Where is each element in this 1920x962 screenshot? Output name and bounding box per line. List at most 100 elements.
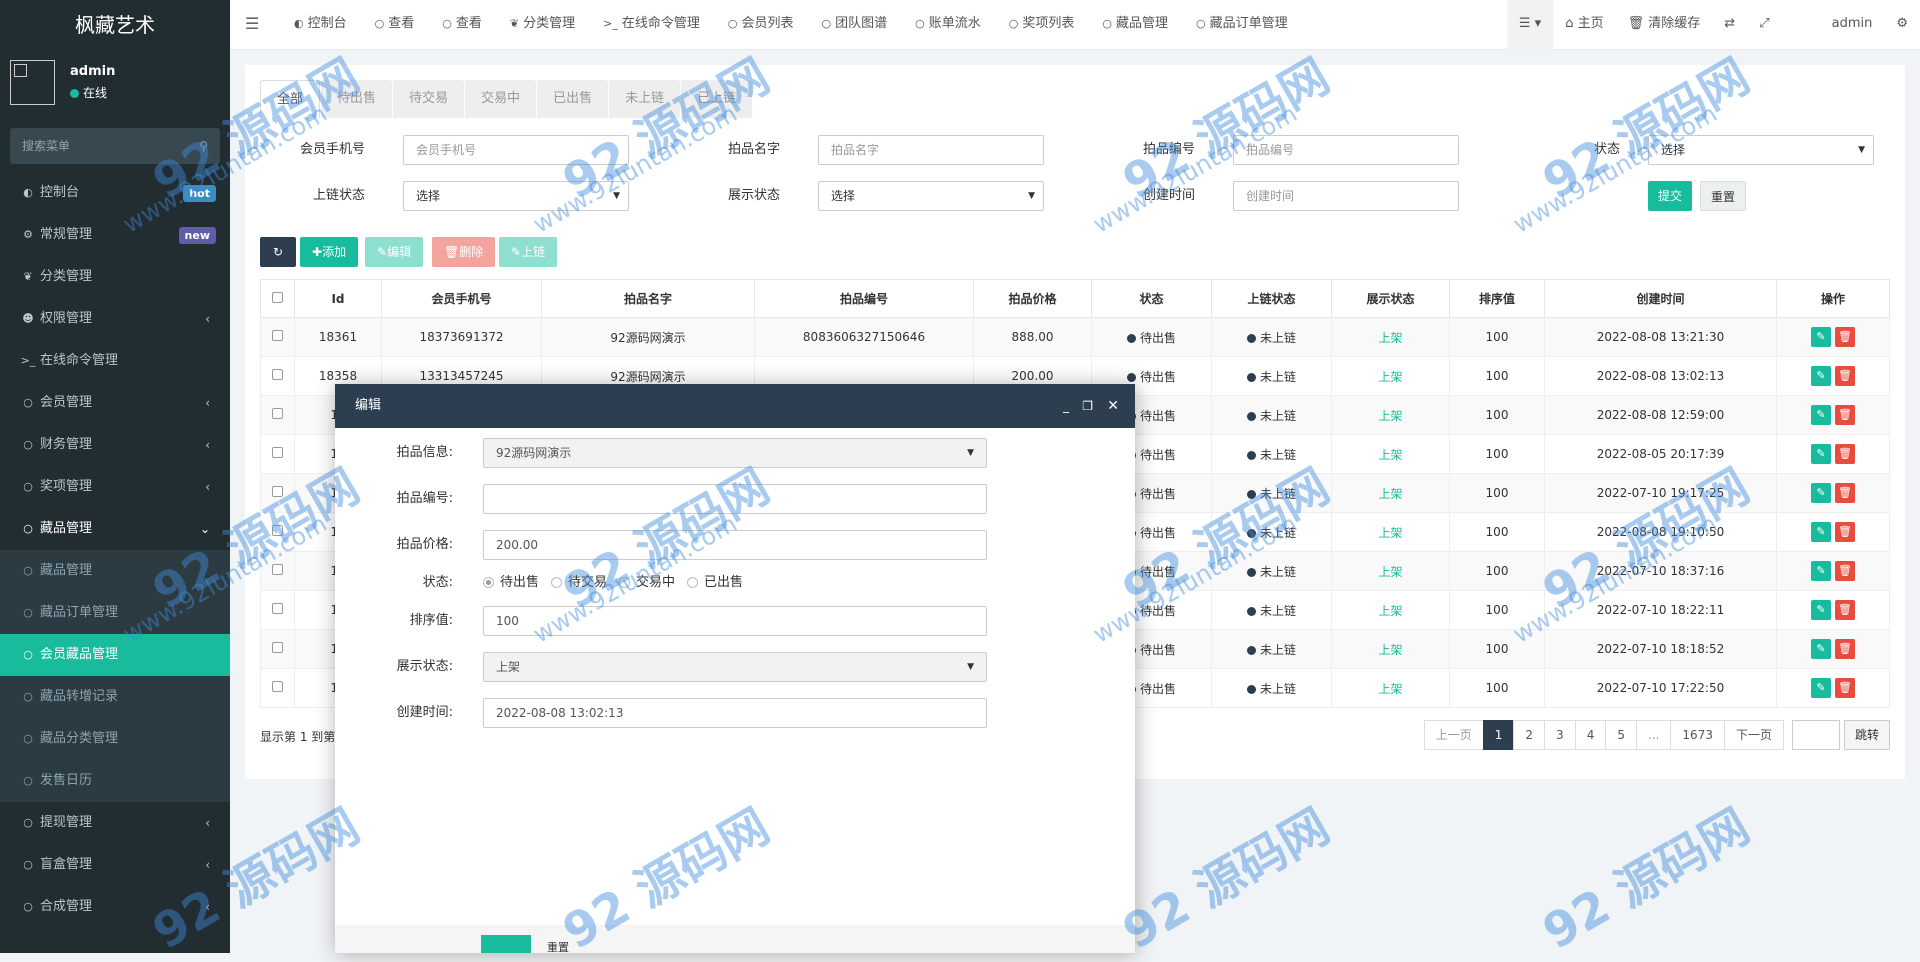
cell-display[interactable]: 上架 bbox=[1331, 356, 1450, 396]
row-delete-button[interactable]: 🗑 bbox=[1835, 522, 1855, 542]
status-radio[interactable]: 待出售 bbox=[483, 568, 539, 598]
tab-not-chained[interactable]: 未上链 bbox=[609, 80, 681, 118]
cell-display[interactable]: 上架 bbox=[1331, 590, 1450, 630]
sidebar-subitem-collection[interactable]: ○ 藏品管理 bbox=[0, 550, 230, 592]
row-edit-button[interactable]: ✎ bbox=[1811, 678, 1831, 698]
status-select[interactable]: 选择 ▼ bbox=[1648, 135, 1874, 165]
row-edit-button[interactable]: ✎ bbox=[1811, 483, 1831, 503]
sidebar-subitem-category[interactable]: ○ 藏品分类管理 bbox=[0, 718, 230, 760]
minimize-icon[interactable]: _ bbox=[1063, 384, 1069, 428]
page-button[interactable]: 1673 bbox=[1670, 720, 1725, 750]
home-button[interactable]: ⌂ 主页 bbox=[1553, 0, 1615, 50]
close-icon[interactable]: ✕ bbox=[1107, 384, 1119, 428]
th-phone[interactable]: 会员手机号 bbox=[381, 279, 542, 318]
row-delete-button[interactable]: 🗑 bbox=[1835, 561, 1855, 581]
tab-command[interactable]: >_ 在线命令管理 bbox=[589, 0, 714, 50]
tab-for-sale[interactable]: 待出售 bbox=[321, 80, 393, 118]
page-button[interactable]: 4 bbox=[1574, 720, 1607, 750]
confirm-button[interactable] bbox=[481, 935, 531, 953]
tab-sold[interactable]: 已出售 bbox=[537, 80, 609, 118]
tab-dashboard[interactable]: ◐ 控制台 bbox=[280, 0, 361, 50]
row-delete-button[interactable]: 🗑 bbox=[1835, 327, 1855, 347]
edit-button[interactable]: ✎编辑 bbox=[365, 237, 424, 267]
cell-display[interactable]: 上架 bbox=[1331, 317, 1450, 357]
page-jump-button[interactable]: 跳转 bbox=[1843, 720, 1890, 750]
sidebar-subitem-calendar[interactable]: ○ 发售日历 bbox=[0, 760, 230, 802]
next-page-button[interactable]: 下一页 bbox=[1723, 720, 1784, 750]
sidebar-item-category[interactable]: ❦ 分类管理 bbox=[0, 256, 230, 298]
sidebar-item-award[interactable]: ○ 奖项管理 ‹ bbox=[0, 466, 230, 508]
sidebar-subitem-orders[interactable]: ○ 藏品订单管理 bbox=[0, 592, 230, 634]
time-input[interactable]: 2022-08-08 13:02:13 bbox=[483, 698, 987, 728]
cell-display[interactable]: 上架 bbox=[1331, 512, 1450, 552]
tab-trading[interactable]: 交易中 bbox=[465, 80, 537, 118]
tab-team[interactable]: ○ 团队图谱 bbox=[807, 0, 901, 50]
row-edit-button[interactable]: ✎ bbox=[1811, 366, 1831, 386]
sidebar-search-input[interactable]: 搜索菜单 ⚲ bbox=[10, 128, 220, 164]
delete-button[interactable]: 🗑删除 bbox=[432, 237, 496, 267]
row-delete-button[interactable]: 🗑 bbox=[1835, 639, 1855, 659]
display-link[interactable]: 上架 bbox=[1378, 409, 1402, 423]
sidebar-item-command[interactable]: >_ 在线命令管理 bbox=[0, 340, 230, 382]
page-button[interactable]: 1 bbox=[1482, 720, 1515, 750]
display-link[interactable]: 上架 bbox=[1378, 682, 1402, 696]
row-checkbox[interactable] bbox=[260, 395, 295, 435]
prev-page-button[interactable]: 上一页 bbox=[1423, 720, 1484, 750]
chain-select[interactable]: 选择 ▼ bbox=[403, 181, 629, 211]
tab-all[interactable]: 全部 bbox=[260, 80, 321, 118]
clear-cache-button[interactable]: 🗑 清除缓存 bbox=[1616, 0, 1713, 50]
cell-display[interactable]: 上架 bbox=[1331, 434, 1450, 474]
page-button[interactable]: 3 bbox=[1544, 720, 1576, 750]
th-code[interactable]: 拍品编号 bbox=[754, 279, 974, 318]
th-chain[interactable]: 上链状态 bbox=[1211, 279, 1332, 318]
row-delete-button[interactable]: 🗑 bbox=[1835, 405, 1855, 425]
tab-list-dropdown[interactable]: ☰ ▾ bbox=[1506, 0, 1554, 50]
row-checkbox[interactable] bbox=[260, 317, 295, 357]
chain-button[interactable]: ✎上链 bbox=[499, 237, 558, 267]
cell-display[interactable]: 上架 bbox=[1331, 551, 1450, 591]
row-edit-button[interactable]: ✎ bbox=[1811, 600, 1831, 620]
sort-input[interactable]: 100 bbox=[483, 606, 987, 636]
sidebar-item-member[interactable]: ○ 会员管理 ‹ bbox=[0, 382, 230, 424]
cell-display[interactable]: 上架 bbox=[1331, 395, 1450, 435]
select-all-checkbox[interactable] bbox=[260, 279, 295, 318]
page-jump-input[interactable] bbox=[1791, 720, 1840, 750]
row-checkbox[interactable] bbox=[260, 629, 295, 669]
sidebar-item-dashboard[interactable]: ◐ 控制台 hot bbox=[0, 172, 230, 214]
add-button[interactable]: ✚添加 bbox=[300, 237, 359, 267]
display-select[interactable]: 选择 ▼ bbox=[818, 181, 1044, 211]
th-sort[interactable]: 排序值 bbox=[1449, 279, 1545, 318]
row-delete-button[interactable]: 🗑 bbox=[1835, 678, 1855, 698]
sidebar-subitem-member-collection[interactable]: ○ 会员藏品管理 bbox=[0, 634, 230, 676]
display-link[interactable]: 上架 bbox=[1378, 448, 1402, 462]
maximize-icon[interactable]: ❐ bbox=[1082, 384, 1093, 428]
row-checkbox[interactable] bbox=[260, 473, 295, 513]
phone-input[interactable]: 会员手机号 bbox=[403, 135, 629, 165]
admin-menu[interactable]: admin bbox=[1782, 0, 1885, 50]
refresh-button[interactable]: ↻ bbox=[260, 237, 296, 267]
tab-view-1[interactable]: ○ 查看 bbox=[361, 0, 429, 50]
row-edit-button[interactable]: ✎ bbox=[1811, 561, 1831, 581]
th-display[interactable]: 展示状态 bbox=[1331, 279, 1450, 318]
sidebar-item-general[interactable]: ⚙ 常规管理 new bbox=[0, 214, 230, 256]
sidebar-item-synthesis[interactable]: ○ 合成管理 ‹ bbox=[0, 886, 230, 928]
row-checkbox[interactable] bbox=[260, 356, 295, 396]
settings-button[interactable]: ⚙ bbox=[1884, 0, 1920, 50]
row-checkbox[interactable] bbox=[260, 668, 295, 708]
app-logo[interactable]: 枫藏艺术 bbox=[0, 0, 230, 50]
row-checkbox[interactable] bbox=[260, 512, 295, 552]
translate-button[interactable]: ⇄ bbox=[1712, 0, 1747, 50]
fullscreen-button[interactable]: ⤢ bbox=[1747, 0, 1781, 50]
display-link[interactable]: 上架 bbox=[1378, 643, 1402, 657]
tab-collection[interactable]: ○ 藏品管理 bbox=[1088, 0, 1182, 50]
info-select[interactable]: 92源码网演示 ▼ bbox=[483, 438, 987, 468]
status-radio[interactable]: 待交易 bbox=[551, 568, 607, 598]
tab-members[interactable]: ○ 会员列表 bbox=[714, 0, 808, 50]
time-input[interactable]: 创建时间 bbox=[1233, 181, 1459, 211]
tab-category[interactable]: ❦ 分类管理 bbox=[496, 0, 589, 50]
table-row[interactable]: 18361 18373691372 92源码网演示 8083606327150646 8… bbox=[260, 317, 1890, 357]
sidebar-item-blindbox[interactable]: ○ 盲盒管理 ‹ bbox=[0, 844, 230, 886]
row-delete-button[interactable]: 🗑 bbox=[1835, 600, 1855, 620]
display-select[interactable]: 上架 ▼ bbox=[483, 652, 987, 682]
page-button[interactable]: 5 bbox=[1605, 720, 1637, 750]
